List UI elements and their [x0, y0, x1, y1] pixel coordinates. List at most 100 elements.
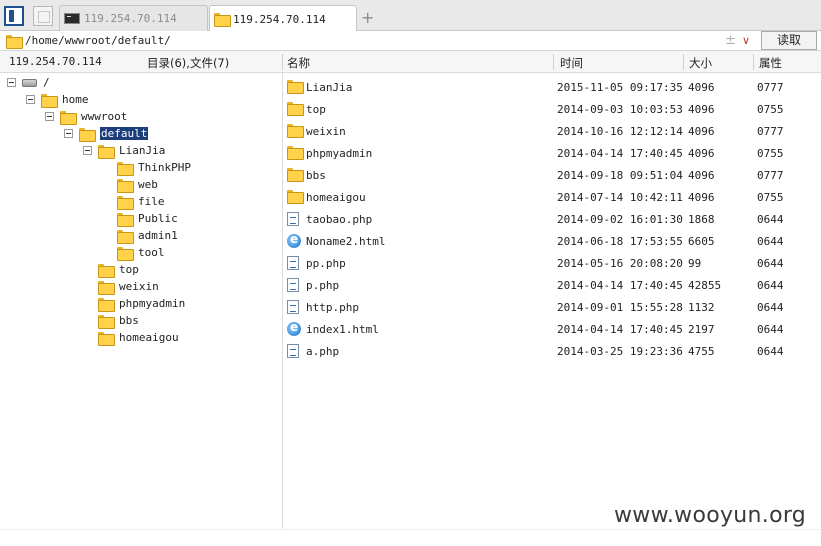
file-time: 2014-09-18 09:51:04: [557, 169, 683, 182]
file-attr: 0644: [757, 235, 784, 248]
folder-icon: [6, 35, 23, 49]
file-row[interactable]: http.php 2014-09-01 15:55:28 1132 0644: [283, 296, 821, 318]
tree-node[interactable]: bbs: [98, 312, 139, 329]
file-name: p.php: [306, 279, 340, 292]
php-file-icon: [287, 278, 299, 292]
file-attr: 0644: [757, 213, 784, 226]
collapse-toggle-icon[interactable]: [83, 146, 92, 155]
directory-tree: / home wwwroot default LianJia ThinkPHP web fil…: [0, 73, 283, 529]
tree-node[interactable]: Public: [117, 210, 178, 227]
collapse-toggle-icon[interactable]: [7, 78, 16, 87]
tab-terminal-label: 119.254.70.114: [84, 12, 177, 25]
file-row[interactable]: phpmyadmin 2014-04-14 17:40:45 4096 0755: [283, 142, 821, 164]
file-time: 2014-06-18 17:53:55: [557, 235, 683, 248]
add-bookmark-button[interactable]: ±: [725, 33, 736, 48]
file-size: 4096: [688, 81, 715, 94]
file-row[interactable]: LianJia 2015-11-05 09:17:35 4096 0777: [283, 76, 821, 98]
column-header-name[interactable]: 名称: [287, 55, 310, 71]
file-attr: 0777: [757, 125, 784, 138]
column-divider: [282, 54, 283, 70]
tree-node-label: top: [119, 263, 139, 276]
file-name: bbs: [306, 169, 326, 182]
folder-icon: [117, 212, 134, 227]
tree-node[interactable]: wwwroot: [45, 108, 127, 125]
tree-node[interactable]: home: [26, 91, 89, 108]
file-row[interactable]: taobao.php 2014-09-02 16:01:30 1868 0644: [283, 208, 821, 230]
tree-node-label: web: [138, 178, 158, 191]
tree-node[interactable]: homeaigou: [98, 329, 179, 346]
file-attr: 0755: [757, 147, 784, 160]
file-attr: 0644: [757, 279, 784, 292]
html-file-icon: [287, 320, 301, 336]
file-row[interactable]: index1.html 2014-04-14 17:40:45 2197 0644: [283, 318, 821, 340]
file-row[interactable]: weixin 2014-10-16 12:12:14 4096 0777: [283, 120, 821, 142]
file-time: 2014-09-03 10:03:53: [557, 103, 683, 116]
tab-file-manager[interactable]: 119.254.70.114: [209, 5, 357, 32]
tree-node-label: default: [100, 127, 149, 140]
file-size: 42855: [688, 279, 722, 292]
blank-tab-icon[interactable]: [33, 6, 53, 26]
read-button[interactable]: 读取: [761, 31, 817, 50]
folder-icon: [60, 110, 77, 125]
new-tab-button[interactable]: +: [361, 8, 374, 27]
collapse-toggle-icon[interactable]: [64, 129, 73, 138]
file-time: 2014-09-02 16:01:30: [557, 213, 683, 226]
folder-icon: [98, 263, 115, 278]
file-size: 4096: [688, 191, 715, 204]
folder-icon: [117, 229, 134, 244]
tree-node-label: /: [43, 76, 50, 89]
file-size: 1868: [688, 213, 715, 226]
column-header-time[interactable]: 时间: [560, 55, 583, 71]
file-size: 4096: [688, 125, 715, 138]
file-size: 4096: [688, 103, 715, 116]
file-row[interactable]: pp.php 2014-05-16 20:08:20 99 0644: [283, 252, 821, 274]
folder-icon: [41, 93, 58, 108]
file-size: 6605: [688, 235, 715, 248]
tab-bar: 119.254.70.114 119.254.70.114 +: [0, 0, 821, 32]
collapse-toggle-icon[interactable]: [26, 95, 35, 104]
file-row[interactable]: homeaigou 2014-07-14 10:42:11 4096 0755: [283, 186, 821, 208]
tree-node[interactable]: top: [98, 261, 139, 278]
file-attr: 0755: [757, 191, 784, 204]
file-row[interactable]: Noname2.html 2014-06-18 17:53:55 6605 0644: [283, 230, 821, 252]
tree-node[interactable]: phpmyadmin: [98, 295, 185, 312]
tree-node-label: LianJia: [119, 144, 166, 157]
tree-node[interactable]: tool: [117, 244, 165, 261]
column-header-size[interactable]: 大小: [689, 55, 712, 71]
tree-node[interactable]: file: [117, 193, 165, 210]
tree-node[interactable]: ThinkPHP: [117, 159, 191, 176]
tree-node[interactable]: admin1: [117, 227, 178, 244]
file-time: 2014-10-16 12:12:14: [557, 125, 683, 138]
column-header-attr[interactable]: 属性: [759, 55, 782, 71]
tree-node[interactable]: web: [117, 176, 158, 193]
tree-node[interactable]: LianJia: [83, 142, 165, 159]
file-row[interactable]: top 2014-09-03 10:03:53 4096 0755: [283, 98, 821, 120]
file-time: 2014-09-01 15:55:28: [557, 301, 683, 314]
file-name: index1.html: [306, 323, 379, 336]
file-row[interactable]: a.php 2014-03-25 19:23:36 4755 0644: [283, 340, 821, 362]
tab-file-manager-label: 119.254.70.114: [233, 12, 326, 26]
folder-icon: [98, 144, 115, 159]
window-layout-icon[interactable]: [4, 6, 24, 26]
file-row[interactable]: bbs 2014-09-18 09:51:04 4096 0777: [283, 164, 821, 186]
tree-node[interactable]: /: [7, 74, 50, 91]
file-time: 2014-04-14 17:40:45: [557, 323, 683, 336]
list-header: 119.254.70.114 目录(6),文件(7) 名称 时间 大小 属性: [0, 51, 821, 73]
file-row[interactable]: p.php 2014-04-14 17:40:45 42855 0644: [283, 274, 821, 296]
folder-icon: [117, 195, 134, 210]
tree-node-label: tool: [138, 246, 165, 259]
file-name: homeaigou: [306, 191, 366, 204]
folder-icon: [117, 246, 134, 261]
php-file-icon: [287, 344, 299, 358]
file-size: 4096: [688, 147, 715, 160]
php-file-icon: [287, 300, 299, 314]
tree-node[interactable]: default: [64, 125, 149, 142]
path-input[interactable]: /home/wwwroot/default/: [25, 34, 171, 47]
path-dropdown-button[interactable]: ∨: [742, 34, 750, 47]
tab-terminal[interactable]: 119.254.70.114: [59, 5, 208, 31]
collapse-toggle-icon[interactable]: [45, 112, 54, 121]
tree-node[interactable]: weixin: [98, 278, 159, 295]
file-size: 1132: [688, 301, 715, 314]
file-name: a.php: [306, 345, 340, 358]
folder-icon: [117, 161, 134, 176]
